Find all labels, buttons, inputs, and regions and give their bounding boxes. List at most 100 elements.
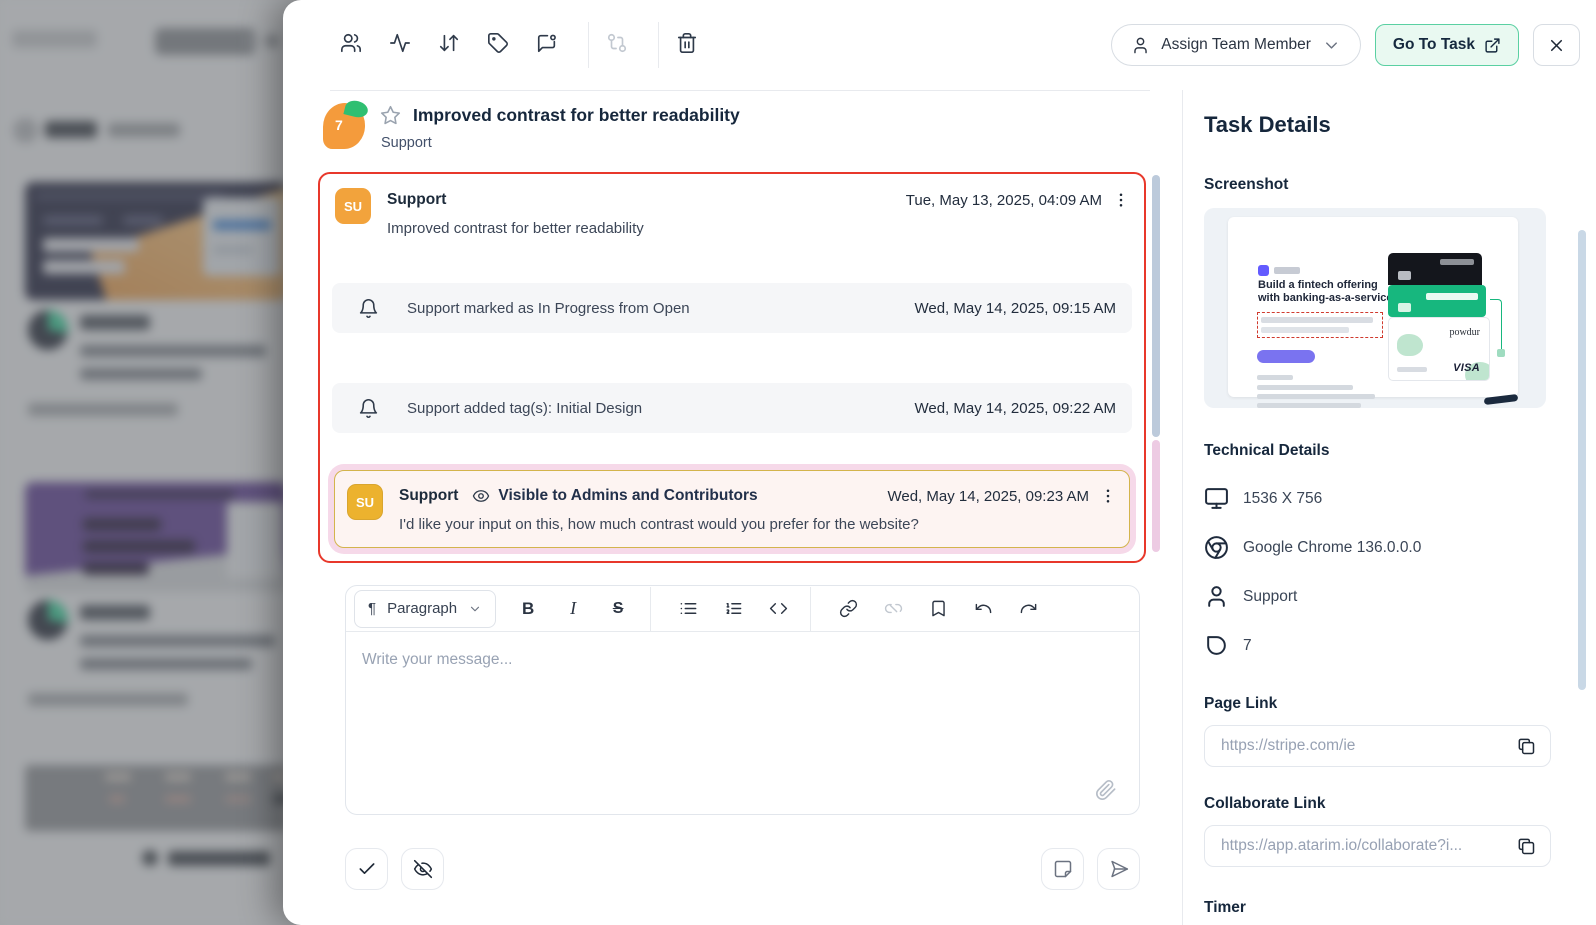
task-header: 7 Improved contrast for better readabili… [323, 103, 740, 151]
pin-outline-icon [1204, 633, 1229, 658]
delete-task-button[interactable] [675, 33, 699, 57]
internal-note-button[interactable] [1041, 848, 1084, 890]
avatar: SU [335, 188, 371, 224]
timer-label: Timer [1204, 899, 1596, 917]
editor-actions [345, 848, 1140, 890]
message-square-dot-icon [536, 32, 558, 59]
redo-button[interactable] [1015, 594, 1041, 624]
scrollbar-thumb[interactable] [1152, 175, 1160, 437]
thumb-connector-line [1490, 299, 1502, 351]
browser-row: Google Chrome 136.0.0.0 [1204, 523, 1596, 572]
reporter-value: Support [1243, 588, 1297, 606]
thumb-card-black [1388, 253, 1482, 285]
task-number-value: 7 [1243, 637, 1252, 655]
assign-team-member-dropdown[interactable]: Assign Team Member [1111, 24, 1361, 66]
undo-icon [974, 599, 993, 618]
message-input[interactable]: Write your message... [346, 632, 1139, 814]
strikethrough-button[interactable]: S [605, 594, 631, 624]
priority-sort-button[interactable] [437, 33, 461, 57]
screenshot-page: Build a fintech offering with banking-as… [1228, 217, 1518, 397]
visibility-eye-icon [472, 487, 490, 505]
thumb-annotation-box [1257, 312, 1383, 338]
star-icon[interactable] [380, 105, 401, 126]
comment-body: Improved contrast for better readability [387, 220, 1132, 237]
comment-thread: SU Support Tue, May 13, 2025, 04:09 AM I… [318, 172, 1146, 563]
user-icon [1204, 584, 1229, 609]
code-button[interactable] [765, 594, 791, 624]
go-to-task-label: Go To Task [1393, 36, 1475, 54]
users-icon [340, 32, 362, 59]
unlink-icon [884, 599, 903, 618]
message-placeholder: Write your message... [362, 651, 1123, 669]
tags-button[interactable] [486, 33, 510, 57]
comment-timestamp: Wed, May 14, 2025, 09:23 AM [887, 488, 1089, 505]
comment-author: Support [399, 487, 458, 505]
visibility-toggle-button[interactable] [401, 848, 444, 890]
bold-button[interactable]: B [515, 594, 541, 624]
task-number: 7 [335, 117, 343, 133]
sidebar-scrollbar[interactable] [1578, 230, 1586, 690]
technical-details-label: Technical Details [1204, 442, 1596, 460]
visibility-label: Visible to Admins and Contributors [498, 487, 757, 505]
go-to-task-button[interactable]: Go To Task [1375, 24, 1519, 66]
collaborate-link-label: Collaborate Link [1204, 795, 1596, 813]
activity-icon [389, 32, 411, 59]
undo-button[interactable] [970, 594, 996, 624]
tag-icon [487, 32, 509, 59]
screenshot-label: Screenshot [1204, 176, 1596, 194]
chevron-down-icon [1322, 36, 1341, 55]
close-modal-button[interactable] [1533, 24, 1580, 66]
activity-button[interactable] [388, 33, 412, 57]
collaborate-link-input[interactable]: https://app.atarim.io/collaborate?i... [1204, 825, 1551, 867]
thumb-badge-icon [1258, 265, 1269, 276]
unlink-button[interactable] [880, 594, 906, 624]
thumb-badge-text [1274, 267, 1300, 274]
page-link-value: https://stripe.com/ie [1221, 737, 1516, 755]
copy-collaborate-link-button[interactable] [1516, 836, 1536, 856]
external-link-icon [1484, 37, 1501, 54]
bullet-list-button[interactable] [675, 594, 701, 624]
arrow-down-up-icon [438, 32, 460, 59]
toolbar-separator [650, 587, 651, 631]
bell-icon [358, 398, 379, 419]
page-link-label: Page Link [1204, 695, 1596, 713]
comment-timestamp: Tue, May 13, 2025, 04:09 AM [906, 192, 1102, 209]
reporter-row: Support [1204, 572, 1596, 621]
mark-complete-button[interactable] [345, 848, 388, 890]
link-button[interactable] [835, 594, 861, 624]
block-format-label: Paragraph [387, 600, 457, 617]
status-comment-button[interactable] [535, 33, 559, 57]
list-ordered-icon [724, 599, 743, 618]
copy-icon [1516, 836, 1536, 856]
list-icon [679, 599, 698, 618]
editor-toolbar: ¶ Paragraph B I S [346, 586, 1139, 632]
eye-off-icon [413, 859, 433, 879]
merge-tasks-button[interactable] [605, 33, 629, 57]
send-button[interactable] [1097, 848, 1140, 890]
comment-menu-button[interactable] [1110, 188, 1132, 212]
attachment-button[interactable] [1095, 779, 1117, 801]
screenshot-thumbnail[interactable]: Build a fintech offering with banking-as… [1204, 208, 1546, 408]
thumb-card-network: VISA [1453, 362, 1480, 374]
thread-scrollbar[interactable] [1152, 175, 1160, 552]
bookmark-button[interactable] [925, 594, 951, 624]
link-icon [839, 599, 858, 618]
page-link-input[interactable]: https://stripe.com/ie [1204, 725, 1551, 767]
comment-menu-button[interactable] [1097, 484, 1119, 508]
redo-icon [1019, 599, 1038, 618]
notice-timestamp: Wed, May 14, 2025, 09:22 AM [914, 400, 1116, 417]
notice-timestamp: Wed, May 14, 2025, 09:15 AM [914, 300, 1116, 317]
italic-button[interactable]: I [560, 594, 586, 624]
assign-users-button[interactable] [339, 33, 363, 57]
git-compare-icon [606, 32, 628, 59]
copy-page-link-button[interactable] [1516, 736, 1536, 756]
check-icon [357, 859, 377, 879]
ordered-list-button[interactable] [720, 594, 746, 624]
resolution-row: 1536 X 756 [1204, 474, 1596, 523]
sidebar-title: Task Details [1204, 112, 1596, 138]
block-format-select[interactable]: ¶ Paragraph [354, 590, 496, 628]
avatar: SU [347, 484, 383, 520]
comment-item: SU Support Tue, May 13, 2025, 04:09 AM I… [320, 174, 1144, 237]
paperclip-icon [1095, 779, 1117, 801]
toolbar-separator [588, 22, 589, 68]
